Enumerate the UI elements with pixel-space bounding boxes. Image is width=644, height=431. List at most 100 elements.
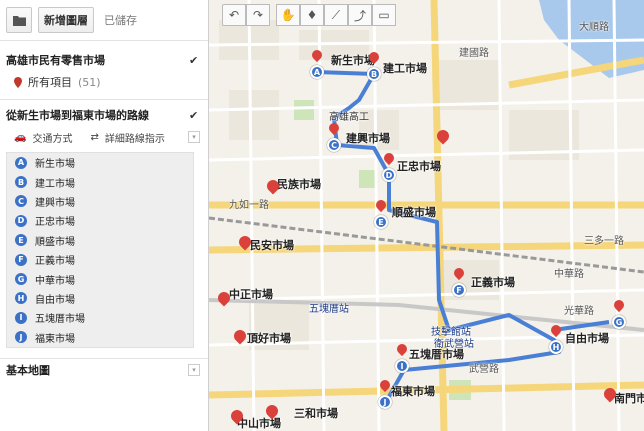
route-stop-f[interactable]: F 正義市場 [7,250,193,269]
stop-letter-badge: I [15,311,27,324]
detail-directions-link[interactable]: 詳細路線指示 [105,130,165,145]
layer-markets-checkbox[interactable]: ✔ [189,55,200,66]
stop-letter-badge: F [15,253,27,266]
map-marker-f[interactable]: F [452,283,466,297]
basemap-title: 基本地圖 [6,363,50,377]
map-marker-j[interactable]: J [378,395,392,409]
stop-name: 自由市場 [35,294,75,306]
stop-name: 福東市場 [35,333,75,345]
route-stop-d[interactable]: D 正忠市場 [7,211,193,230]
stop-name: 正義市場 [35,256,75,268]
stop-name: 順盛市場 [35,236,75,248]
line-icon: ⟋ [331,7,341,22]
stop-name: 建興市場 [35,197,75,209]
map-label-dingtian: 頂好市場 [247,332,291,345]
stop-name: 建工市場 [35,178,75,190]
directions-icon: ⤴ [353,8,366,23]
stop-letter-badge: J [15,331,27,344]
hand-icon: ✋ [280,8,296,22]
measure-tool-button[interactable]: ▭ [372,4,396,26]
directions-list-icon: ⇄ [90,131,99,143]
map-pin-icon [14,76,22,88]
route-title: 從新生市場到福東市場的路線 [6,109,149,122]
map-label-zhongshan: 中山市場 [237,417,281,430]
route-stop-h[interactable]: H 自由市場 [7,289,193,308]
map-label-minzu: 民族市場 [277,178,321,191]
open-folder-button[interactable] [6,7,32,33]
stop-name: 正忠市場 [35,217,75,229]
stop-letter-badge: C [15,195,27,208]
map-label-zhengyi: 正義市場 [471,276,515,289]
map-marker-i[interactable]: I [395,359,409,373]
route-checkbox[interactable]: ✔ [189,110,200,121]
stop-letter-badge: D [15,214,27,227]
all-items-label: 所有項目 [28,76,72,89]
map-label-shunsheng: 順盛市場 [392,206,436,219]
new-layer-button[interactable]: 新增圖層 [38,7,94,33]
redo-icon: ↷ [252,8,264,22]
layer-markets-title: 高雄市民有零售市場 [6,54,105,67]
route-stops-list: A 新生市場 B 建工市場 C 建興市場 D 正忠市場 E 順盛市場 F 正義市場 G 中華市場 H 自由市場… [6,152,194,348]
map-editor: 新生市場 建工市場 高雄高工 建興市場 正忠市場 民族市場 順盛市場 民安市場 … [0,0,644,431]
basemap-section[interactable]: 基本地圖 ▾ [0,358,208,380]
marker-icon: ♦ [306,8,318,22]
stop-name: 中華市場 [35,275,75,287]
route-stop-j[interactable]: J 福東市場 [7,328,193,347]
pan-tool-button[interactable]: ✋ [276,4,300,26]
map-marker-a[interactable]: A [310,65,324,79]
redo-button[interactable]: ↷ [246,4,270,26]
map-label-zhengzhong: 正忠市場 [397,160,441,173]
route-options-dropdown[interactable]: ▾ [188,131,200,143]
layer-markets[interactable]: 高雄市民有零售市場 ✔ [0,49,208,71]
map-label-road-zhonghua: 中華路 [554,269,584,280]
map-label-station-wukuai: 五塊厝站 [309,304,349,315]
stop-name: 新生市場 [35,159,75,171]
route-stop-e[interactable]: E 順盛市場 [7,231,193,250]
map-marker-c[interactable]: C [327,138,341,152]
map-marker-h[interactable]: H [549,340,563,354]
all-items-row[interactable]: 所有項目 (51) [0,71,208,93]
map-label-jiangong: 建工市場 [383,62,427,75]
map-marker-e[interactable]: E [374,215,388,229]
undo-button[interactable]: ↶ [222,4,246,26]
map-label-sanhe: 三和市場 [294,407,338,420]
map-label-road-guanghua: 光華路 [564,306,594,317]
line-tool-button[interactable]: ⟋ [324,4,348,26]
layer-route[interactable]: 從新生市場到福東市場的路線 ✔ [0,104,208,126]
transport-mode-link[interactable]: 交通方式 [32,130,72,145]
map-toolbar: ↶ ↷ ✋ ♦ ⟋ ⤴ ▭ [222,4,396,28]
stop-letter-badge: B [15,176,27,189]
saved-status: 已儲存 [104,14,137,27]
transport-icon: 🚗 [14,131,27,143]
map-label-school: 高雄高工 [329,112,369,123]
map-label-nanmen: 南門市 [614,392,644,405]
map-label-road-jianguo: 建國路 [459,48,489,59]
map-canvas[interactable]: 新生市場 建工市場 高雄高工 建興市場 正忠市場 民族市場 順盛市場 民安市場 … [209,0,644,431]
map-label-station-weiwu: 衛武營站 [434,339,474,350]
map-label-zhongzheng: 中正市場 [229,288,273,301]
stop-letter-badge: G [15,273,27,286]
map-label-ziyou: 自由市場 [565,332,609,345]
basemap-dropdown[interactable]: ▾ [188,363,200,376]
stop-letter-badge: H [15,292,27,305]
stop-letter-badge: A [15,156,27,169]
ruler-icon: ▭ [378,8,390,22]
stop-name: 五塊厝市場 [35,314,85,326]
map-label-road-dashun: 大順路 [579,22,609,33]
marker-tool-button[interactable]: ♦ [300,4,324,26]
directions-tool-button[interactable]: ⤴ [348,4,372,26]
map-label-road-jiuru: 九如一路 [229,200,269,211]
map-marker-g[interactable]: G [612,315,626,329]
route-stop-g[interactable]: G 中華市場 [7,269,193,288]
panel-top-bar: 新增圖層 已儲存 [0,0,208,41]
route-stop-a[interactable]: A 新生市場 [7,153,193,172]
route-stop-b[interactable]: B 建工市場 [7,172,193,191]
map-marker-d[interactable]: D [382,168,396,182]
folder-icon [12,15,26,26]
undo-icon: ↶ [228,8,240,22]
route-stop-c[interactable]: C 建興市場 [7,192,193,211]
map-marker-b[interactable]: B [367,67,381,81]
map-label-road-wuwei: 武營路 [469,364,499,375]
route-stop-i[interactable]: I 五塊厝市場 [7,308,193,327]
stop-letter-badge: E [15,234,27,247]
